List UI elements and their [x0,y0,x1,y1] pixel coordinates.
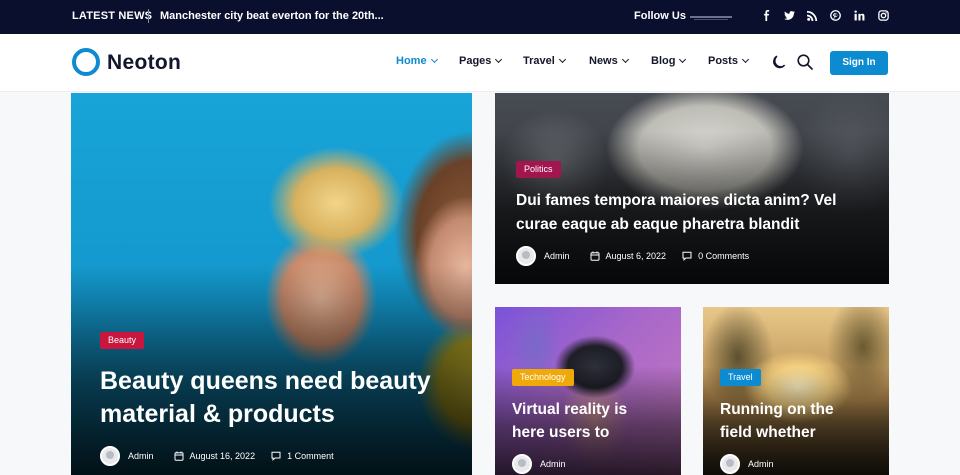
top-bar: LATEST NEWS Manchester city beat everton… [0,0,960,34]
avatar[interactable] [512,454,532,474]
chevron-down-icon [679,55,687,64]
comment-count[interactable]: 0 Comments [698,251,749,261]
post-date: August 16, 2022 [189,451,256,461]
chevron-down-icon [430,55,438,64]
nav-label: Home [396,55,427,67]
author-name[interactable]: Admin [540,459,566,469]
nav-item-pages[interactable]: Pages [459,55,503,67]
featured-post-beauty[interactable]: Beauty Beauty queens need beauty materia… [71,93,472,475]
title-line: material & products [100,400,335,428]
calendar-icon [590,251,600,261]
topbar-divider [148,9,149,23]
site-logo-text[interactable]: Neoton [107,51,181,75]
nav-item-home[interactable]: Home [396,55,438,67]
post-date: August 6, 2022 [605,251,667,261]
title-line: Beauty queens need beauty [100,367,431,395]
comment-icon [271,451,281,461]
chevron-down-icon [558,55,566,64]
post-title[interactable]: Running on the field whether [720,398,834,444]
dark-mode-moon-icon[interactable] [770,53,788,71]
post-title[interactable]: Virtual reality is here users to [512,398,627,444]
title-line: Running on the [720,401,834,418]
search-icon[interactable] [796,53,814,71]
title-line: field whether [720,424,816,441]
sign-in-button[interactable]: Sign In [830,51,888,75]
nav-label: Pages [459,55,492,67]
twitter-icon[interactable] [782,9,796,23]
rss-icon[interactable] [805,9,819,23]
avatar[interactable] [100,446,120,466]
follow-decor-line [694,19,728,20]
author-name[interactable]: Admin [128,451,154,461]
linkedin-icon[interactable] [852,9,866,23]
post-meta: Admin August 16, 2022 1 Comment [100,446,334,466]
facebook-icon[interactable] [759,9,773,23]
site-header: Neoton Home Pages Travel News Blog Posts… [0,34,960,92]
nav-label: Blog [651,55,676,67]
nav-item-posts[interactable]: Posts [708,55,750,67]
title-line: Virtual reality is [512,401,628,418]
category-badge-politics[interactable]: Politics [516,161,561,178]
category-badge-beauty[interactable]: Beauty [100,332,145,349]
avatar[interactable] [720,454,740,474]
post-card-politics[interactable]: Politics Dui fames tempora maiores dicta… [495,93,889,284]
logo-ring-icon[interactable] [72,48,100,76]
image-overlay [495,307,681,475]
title-line: curae eaque ab eaque pharetra blandit [516,216,800,233]
news-ticker-link[interactable]: Manchester city beat everton for the 20t… [160,10,384,22]
category-badge-travel[interactable]: Travel [720,369,761,386]
calendar-icon [174,451,184,461]
post-title[interactable]: Dui fames tempora maiores dicta anim? Ve… [516,189,836,237]
pinterest-icon[interactable] [828,9,842,23]
author-name[interactable]: Admin [544,251,570,261]
title-line: here users to [512,424,610,441]
chevron-down-icon [621,55,629,64]
nav-item-travel[interactable]: Travel [523,55,566,67]
chevron-down-icon [741,55,750,64]
image-overlay [703,307,889,475]
post-title[interactable]: Beauty queens need beauty material & pro… [100,365,431,431]
category-badge-technology[interactable]: Technology [512,369,574,386]
latest-news-label: LATEST NEWS [72,10,153,22]
nav-label: Travel [523,55,555,67]
chevron-down-icon [495,55,503,64]
post-card-technology[interactable]: Technology Virtual reality is here users… [495,307,681,475]
post-card-travel[interactable]: Travel Running on the field whether Admi… [703,307,889,475]
follow-decor-line [690,16,732,18]
title-line: Dui fames tempora maiores dicta anim? Ve… [516,192,837,209]
post-meta: Admin August 6, 2022 0 Comments [516,246,749,266]
post-meta: Admin [512,454,566,474]
nav-label: News [589,55,618,67]
instagram-icon[interactable] [876,9,890,23]
nav-item-news[interactable]: News [589,55,629,67]
comment-count[interactable]: 1 Comment [287,451,334,461]
comment-icon [682,251,692,261]
avatar[interactable] [516,246,536,266]
post-meta: Admin [720,454,774,474]
nav-item-blog[interactable]: Blog [651,55,687,67]
follow-us-label: Follow Us [634,10,686,22]
author-name[interactable]: Admin [748,459,774,469]
nav-label: Posts [708,55,738,67]
